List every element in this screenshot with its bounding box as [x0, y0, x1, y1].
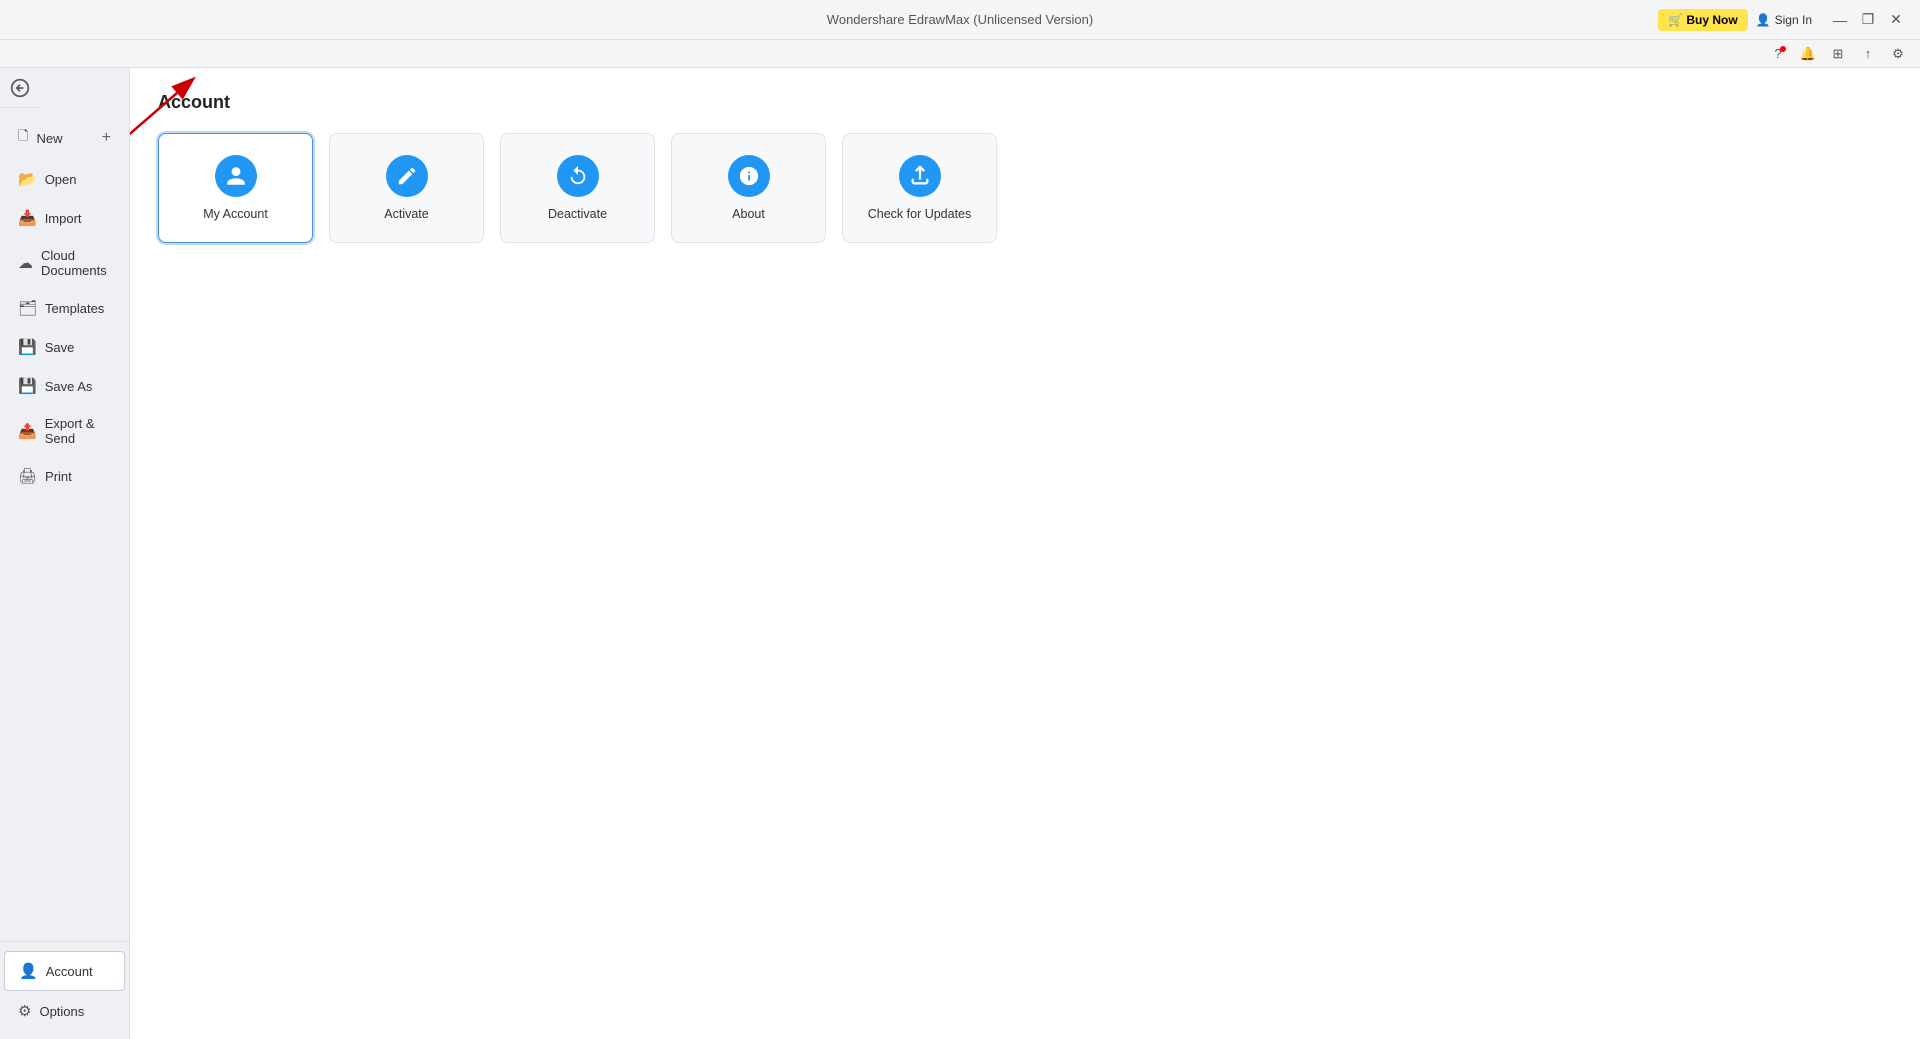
share-icon[interactable]: ↑	[1858, 44, 1878, 64]
settings-icon[interactable]: ⚙	[1888, 44, 1908, 64]
about-icon	[728, 155, 770, 197]
page-title: Account	[158, 92, 1892, 113]
content-area: Account My Account Activate	[130, 68, 1920, 1039]
toolbar-row: ? 🔔 ⊞ ↑ ⚙	[0, 40, 1920, 68]
sidebar-item-new[interactable]: 🗋 New +	[4, 117, 125, 159]
back-button[interactable]	[0, 68, 40, 108]
cloud-icon: ☁	[18, 254, 33, 272]
sidebar-item-cloud-documents[interactable]: ☁ Cloud Documents	[4, 238, 125, 288]
window-controls: — ❐ ✕	[1828, 8, 1908, 32]
card-label-check-updates: Check for Updates	[868, 207, 972, 221]
export-icon: 📤	[18, 422, 37, 440]
sidebar-label-new: New	[36, 131, 62, 146]
sidebar-item-export-send[interactable]: 📤 Export & Send	[4, 406, 125, 456]
sidebar-item-open[interactable]: 📂 Open	[4, 160, 125, 198]
app-title: Wondershare EdrawMax (Unlicensed Version…	[827, 12, 1093, 27]
sidebar-label-templates: Templates	[45, 301, 104, 316]
activate-icon	[386, 155, 428, 197]
sidebar-bottom: 👤 Account ⚙ Options	[0, 941, 129, 1039]
user-icon: 👤	[1756, 13, 1771, 27]
sidebar-label-cloud: Cloud Documents	[41, 248, 111, 278]
sidebar-label-save: Save	[45, 340, 75, 355]
my-account-icon	[215, 155, 257, 197]
help-icon[interactable]: ?	[1768, 44, 1788, 64]
sidebar-label-print: Print	[45, 469, 72, 484]
close-button[interactable]: ✕	[1884, 8, 1908, 32]
title-bar-right: 🛒 Buy Now 👤 Sign In — ❐ ✕	[1658, 8, 1908, 32]
save-as-icon: 💾	[18, 377, 37, 395]
sidebar-item-templates[interactable]: 🗂 Templates	[4, 289, 125, 327]
sidebar-item-print[interactable]: 🖨 Print	[4, 457, 125, 495]
minimize-button[interactable]: —	[1828, 8, 1852, 32]
sidebar-item-save-as[interactable]: 💾 Save As	[4, 367, 125, 405]
maximize-button[interactable]: ❐	[1856, 8, 1880, 32]
sidebar: 🗋 New + 📂 Open 📥 Import ☁ Cloud Document…	[0, 68, 130, 1039]
main-layout: 🗋 New + 📂 Open 📥 Import ☁ Cloud Document…	[0, 68, 1920, 1039]
sidebar-top: 🗋 New + 📂 Open 📥 Import ☁ Cloud Document…	[0, 108, 129, 941]
community-icon[interactable]: ⊞	[1828, 44, 1848, 64]
card-label-deactivate: Deactivate	[548, 207, 607, 221]
sidebar-item-import[interactable]: 📥 Import	[4, 199, 125, 237]
card-label-about: About	[732, 207, 765, 221]
cards-grid: My Account Activate Deactivate	[158, 133, 1892, 243]
sidebar-item-save[interactable]: 💾 Save	[4, 328, 125, 366]
card-label-activate: Activate	[384, 207, 428, 221]
new-plus-icon: +	[102, 129, 111, 147]
open-icon: 📂	[18, 170, 37, 188]
account-icon: 👤	[19, 962, 38, 980]
print-icon: 🖨	[18, 467, 37, 485]
sidebar-label-save-as: Save As	[45, 379, 93, 394]
import-icon: 📥	[18, 209, 37, 227]
buy-now-button[interactable]: 🛒 Buy Now	[1658, 9, 1748, 31]
sign-in-button[interactable]: 👤 Sign In	[1756, 13, 1812, 27]
save-icon: 💾	[18, 338, 37, 356]
deactivate-icon	[557, 155, 599, 197]
card-about[interactable]: About	[671, 133, 826, 243]
sidebar-label-export: Export & Send	[45, 416, 111, 446]
options-icon: ⚙	[18, 1002, 31, 1020]
templates-icon: 🗂	[18, 299, 37, 317]
sidebar-label-import: Import	[45, 211, 82, 226]
card-deactivate[interactable]: Deactivate	[500, 133, 655, 243]
sidebar-label-account: Account	[46, 964, 93, 979]
card-label-my-account: My Account	[203, 207, 268, 221]
check-updates-icon	[899, 155, 941, 197]
sidebar-item-options[interactable]: ⚙ Options	[4, 992, 125, 1030]
notification-icon[interactable]: 🔔	[1798, 44, 1818, 64]
sidebar-label-open: Open	[45, 172, 77, 187]
title-bar: Wondershare EdrawMax (Unlicensed Version…	[0, 0, 1920, 40]
card-my-account[interactable]: My Account	[158, 133, 313, 243]
sidebar-item-account[interactable]: 👤 Account	[4, 951, 125, 991]
new-icon: 🗋	[18, 127, 28, 149]
card-activate[interactable]: Activate	[329, 133, 484, 243]
sidebar-label-options: Options	[39, 1004, 84, 1019]
card-check-updates[interactable]: Check for Updates	[842, 133, 997, 243]
